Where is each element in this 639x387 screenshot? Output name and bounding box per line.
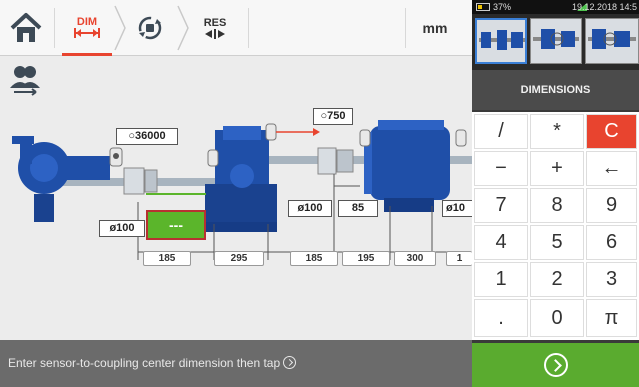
key-9[interactable]: 9: [586, 188, 637, 223]
app-window: DIM RES mm ○36000 ○750 ø100 ø100 85 ø10 …: [0, 0, 639, 387]
chevron-right-icon: [177, 5, 189, 51]
rotate-sensor-icon: [138, 16, 162, 40]
battery-level: 37%: [493, 2, 512, 12]
key-5[interactable]: 5: [530, 225, 584, 260]
key-plus[interactable]: +: [530, 151, 584, 186]
coupling-right-diameter[interactable]: ø10: [442, 200, 472, 217]
distance-label[interactable]: ○750: [313, 108, 353, 125]
key-4[interactable]: 4: [474, 225, 528, 260]
key-2[interactable]: 2: [530, 262, 584, 297]
reference-machine-button[interactable]: [4, 60, 46, 98]
dimension-value[interactable]: 185: [290, 251, 338, 266]
results-icon: [205, 29, 225, 39]
machine-train-drawing: [12, 120, 472, 260]
tab-results-label: RES: [203, 17, 227, 29]
dimension-arrows-icon: [74, 27, 100, 38]
coupling-mid-diameter[interactable]: ø100: [288, 200, 332, 217]
dimension-value[interactable]: 195: [342, 251, 390, 266]
user-switch-icon: [10, 66, 40, 96]
key-pi[interactable]: π: [586, 299, 637, 337]
status-datetime: 19.12.2018 14:5: [571, 2, 637, 12]
status-bar: 37% 19.12.2018 14:5: [472, 0, 639, 14]
sensor-left: [109, 147, 123, 167]
key-1[interactable]: 1: [474, 262, 528, 297]
thumbnail-selected[interactable]: [475, 18, 527, 64]
tab-results[interactable]: RES: [190, 0, 240, 56]
hint-text: Enter sensor-to-coupling center dimensio…: [8, 356, 281, 370]
machine-train-thumbnail-icon: [533, 29, 579, 49]
hint-bar: Enter sensor-to-coupling center dimensio…: [0, 340, 472, 387]
dimension-value[interactable]: 300: [394, 251, 436, 266]
key-3[interactable]: 3: [586, 262, 637, 297]
key-6[interactable]: 6: [586, 225, 637, 260]
thumbnail[interactable]: [530, 18, 582, 64]
distance-arrow: [276, 128, 320, 136]
key-multiply[interactable]: *: [530, 114, 584, 149]
tab-dimensions-label: DIM: [76, 15, 98, 28]
confirm-button[interactable]: [472, 343, 639, 387]
key-backspace[interactable]: ←: [586, 151, 637, 186]
right-panel: 37% 19.12.2018 14:5 DIMENSIONS / * C − +…: [472, 0, 639, 387]
key-7[interactable]: 7: [474, 188, 528, 223]
coupling-gap[interactable]: 85: [338, 200, 378, 217]
coupling-left: [123, 167, 158, 195]
tab-dimensions[interactable]: DIM: [62, 0, 112, 56]
machine-train-thumbnail-icon: [479, 30, 525, 50]
key-8[interactable]: 8: [530, 188, 584, 223]
thumbnail[interactable]: [585, 18, 639, 64]
home-button[interactable]: [4, 6, 48, 50]
key-decimal[interactable]: .: [474, 299, 528, 337]
unit-toggle[interactable]: mm: [410, 0, 460, 56]
coupling-left-diameter[interactable]: ø100: [99, 220, 145, 237]
toolbar-divider: [54, 8, 55, 48]
rpm-label[interactable]: ○36000: [116, 128, 178, 145]
gearbox: [205, 126, 277, 232]
toolbar-divider: [248, 8, 249, 48]
home-icon: [10, 13, 42, 42]
next-circle-icon: [543, 353, 568, 377]
motor: [364, 120, 450, 212]
pump: [12, 136, 110, 222]
tab-measure[interactable]: [125, 0, 175, 56]
coupling-middle: [317, 147, 354, 175]
machine-thumbnails: [472, 14, 639, 70]
panel-title: DIMENSIONS: [472, 70, 639, 110]
machine-train-thumbnail-icon: [588, 29, 636, 49]
active-dimension-field[interactable]: ---: [146, 210, 206, 240]
dimension-value[interactable]: 295: [214, 251, 264, 266]
dimension-value[interactable]: 1: [446, 251, 472, 266]
battery-icon: [476, 3, 490, 11]
key-divide[interactable]: /: [474, 114, 528, 149]
top-toolbar: DIM RES mm: [0, 0, 472, 56]
numeric-keypad: / * C − + ← 7 8 9 4 5 6 1 2 3 . 0 π: [472, 112, 639, 340]
key-clear[interactable]: C: [586, 114, 637, 149]
key-0[interactable]: 0: [530, 299, 584, 337]
machine-train-canvas: ○36000 ○750 ø100 ø100 85 ø10 185 295 185…: [0, 56, 472, 340]
key-minus[interactable]: −: [474, 151, 528, 186]
toolbar-divider: [405, 8, 406, 48]
dimension-value[interactable]: 185: [143, 251, 191, 266]
next-circle-icon: [283, 356, 297, 370]
